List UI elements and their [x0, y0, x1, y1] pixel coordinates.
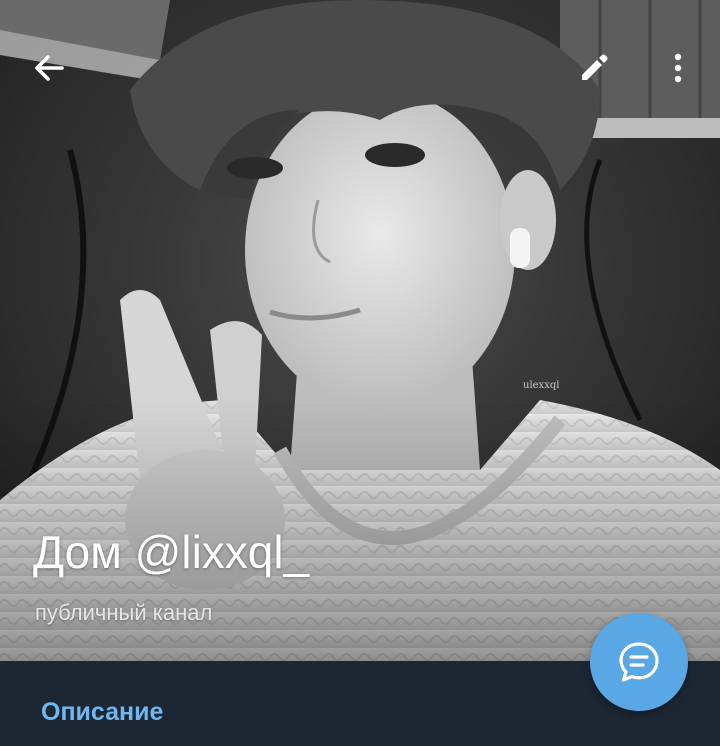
channel-status: публичный канал — [35, 600, 213, 625]
profile-photo[interactable]: ulexxql Дом @lixxql_ публичный канал — [0, 0, 720, 661]
channel-title: Дом @lixxql_ — [33, 526, 310, 578]
edit-button[interactable] — [566, 40, 622, 96]
pencil-icon — [582, 54, 608, 80]
more-options-button[interactable] — [650, 40, 706, 96]
message-button[interactable] — [590, 613, 688, 711]
arrow-left-icon — [35, 55, 64, 81]
photo-watermark: ulexxql — [523, 380, 560, 391]
chat-bubble-icon — [619, 642, 659, 682]
description-section-label: Описание — [41, 698, 164, 726]
more-vertical-icon — [674, 53, 682, 83]
back-button[interactable] — [21, 40, 77, 96]
